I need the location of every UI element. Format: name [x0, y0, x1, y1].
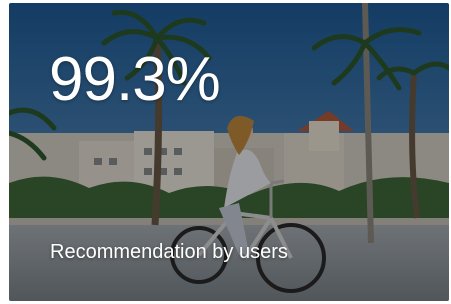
- stat-card: 99.3% Recommendation by users: [9, 3, 449, 301]
- stat-value: 99.3%: [49, 45, 221, 114]
- stat-caption: Recommendation by users: [50, 241, 288, 263]
